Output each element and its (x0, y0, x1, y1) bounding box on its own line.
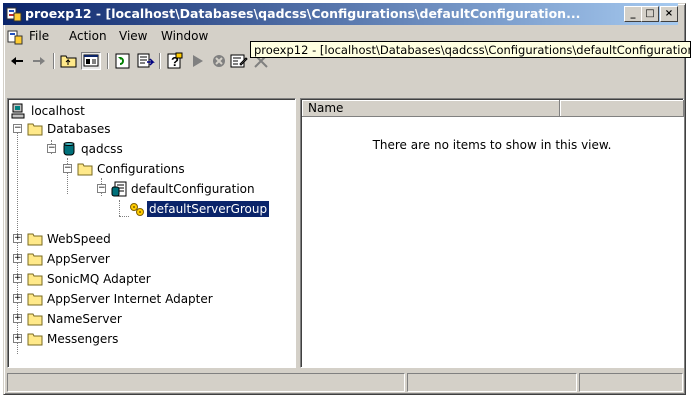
tree-node-label: AppServer (47, 252, 110, 266)
tree-node-appserver[interactable]: AppServer (27, 250, 227, 268)
tree-node-label: defaultConfiguration (131, 182, 255, 196)
expand-button[interactable]: + (13, 234, 22, 243)
configuration-icon (111, 181, 127, 197)
back-arrow-icon[interactable] (7, 52, 27, 70)
computer-icon (11, 103, 25, 119)
expand-button[interactable]: + (13, 294, 22, 303)
menu-action[interactable]: Action (69, 29, 107, 43)
refresh-icon[interactable] (113, 52, 133, 70)
title-tooltip: proexp12 - [localhost\Databases\qadcss\C… (250, 41, 691, 58)
folder-icon (27, 273, 43, 286)
status-panel-main (7, 373, 405, 392)
folder-icon (27, 293, 43, 306)
tree-connector (119, 216, 129, 217)
show-tree-button[interactable] (81, 52, 101, 70)
collapse-button[interactable]: − (97, 184, 106, 193)
menu-file[interactable]: File (29, 29, 49, 43)
expand-button[interactable]: + (13, 334, 22, 343)
menu-window[interactable]: Window (161, 29, 208, 43)
tree-node-default-server-group[interactable]: defaultServerGroup (129, 200, 299, 218)
empty-list-message: There are no items to show in this view. (372, 138, 612, 152)
app-icon (6, 7, 22, 22)
folder-icon (27, 233, 43, 246)
folder-icon (27, 313, 43, 326)
list-view[interactable]: Name There are no items to show in this … (301, 99, 684, 367)
collapse-button[interactable]: − (63, 164, 72, 173)
server-group-icon (130, 203, 144, 216)
title-bar[interactable]: proexp12 - [localhost\Databases\qadcss\C… (3, 3, 678, 25)
folder-icon (77, 163, 93, 176)
tree-node-label: SonicMQ Adapter (47, 272, 151, 286)
tree-node-webspeed[interactable]: WebSpeed (27, 230, 227, 248)
tree-node-label: Messengers (47, 332, 119, 346)
tree-node-label: qadcss (81, 142, 123, 156)
menu-view[interactable]: View (119, 29, 147, 43)
tree-node-default-configuration[interactable]: defaultConfiguration (111, 180, 311, 198)
tree-node-qadcss[interactable]: qadcss (61, 140, 261, 158)
tree-node-label: Databases (47, 122, 111, 136)
window-title: proexp12 - [localhost\Databases\qadcss\C… (25, 6, 581, 21)
tree-connector (119, 200, 120, 216)
folder-icon (27, 123, 43, 136)
stop-icon[interactable] (209, 52, 229, 70)
tree-node-configurations[interactable]: Configurations (77, 160, 277, 178)
expand-button[interactable]: + (13, 254, 22, 263)
export-list-icon[interactable] (135, 52, 155, 70)
status-panel-tertiary (579, 373, 683, 392)
tree-node-label: Configurations (97, 162, 185, 176)
tree-node-label: NameServer (47, 312, 122, 326)
folder-icon (27, 253, 43, 266)
expand-button[interactable]: + (13, 314, 22, 323)
status-panel-secondary (407, 373, 577, 392)
toolbar-separator (107, 53, 109, 69)
forward-arrow-icon[interactable] (29, 52, 49, 70)
show-tree-icon (83, 54, 99, 67)
tree-node-label: defaultServerGroup (145, 200, 271, 218)
tree-node-appserver-internet-adapter[interactable]: AppServer Internet Adapter (27, 290, 267, 308)
folder-icon (27, 333, 43, 346)
maximize-button[interactable]: □ (641, 6, 659, 22)
column-header-name[interactable]: Name (302, 100, 560, 117)
toolbar-separator (159, 53, 161, 69)
collapse-button[interactable]: − (47, 144, 56, 153)
column-header-blank[interactable] (560, 100, 684, 117)
collapse-button[interactable]: − (13, 124, 22, 133)
help-icon[interactable]: ? (165, 52, 185, 70)
properties-icon[interactable] (229, 52, 249, 70)
tree-node-sonicmq-adapter[interactable]: SonicMQ Adapter (27, 270, 227, 288)
toolbar-separator (53, 53, 55, 69)
close-button[interactable]: × (660, 6, 678, 22)
tree-node-nameserver[interactable]: NameServer (27, 310, 227, 328)
tree-node-localhost[interactable]: localhost (11, 102, 211, 120)
tree-node-label: WebSpeed (47, 232, 111, 246)
tree-node-label: AppServer Internet Adapter (47, 292, 213, 306)
tree-view[interactable]: localhost − Databases − qadcss − Configu… (8, 99, 295, 367)
database-icon (63, 142, 75, 156)
list-pane[interactable]: Name There are no items to show in this … (300, 98, 684, 368)
minimize-button[interactable]: _ (624, 6, 642, 22)
start-icon[interactable] (187, 52, 207, 70)
child-window-icon[interactable] (7, 29, 23, 45)
tree-node-databases[interactable]: Databases (27, 120, 227, 138)
tree-node-messengers[interactable]: Messengers (27, 330, 227, 348)
up-folder-icon[interactable] (59, 52, 79, 70)
expand-button[interactable]: + (13, 274, 22, 283)
tree-node-label: localhost (31, 104, 85, 118)
tree-pane[interactable]: localhost − Databases − qadcss − Configu… (7, 98, 296, 368)
